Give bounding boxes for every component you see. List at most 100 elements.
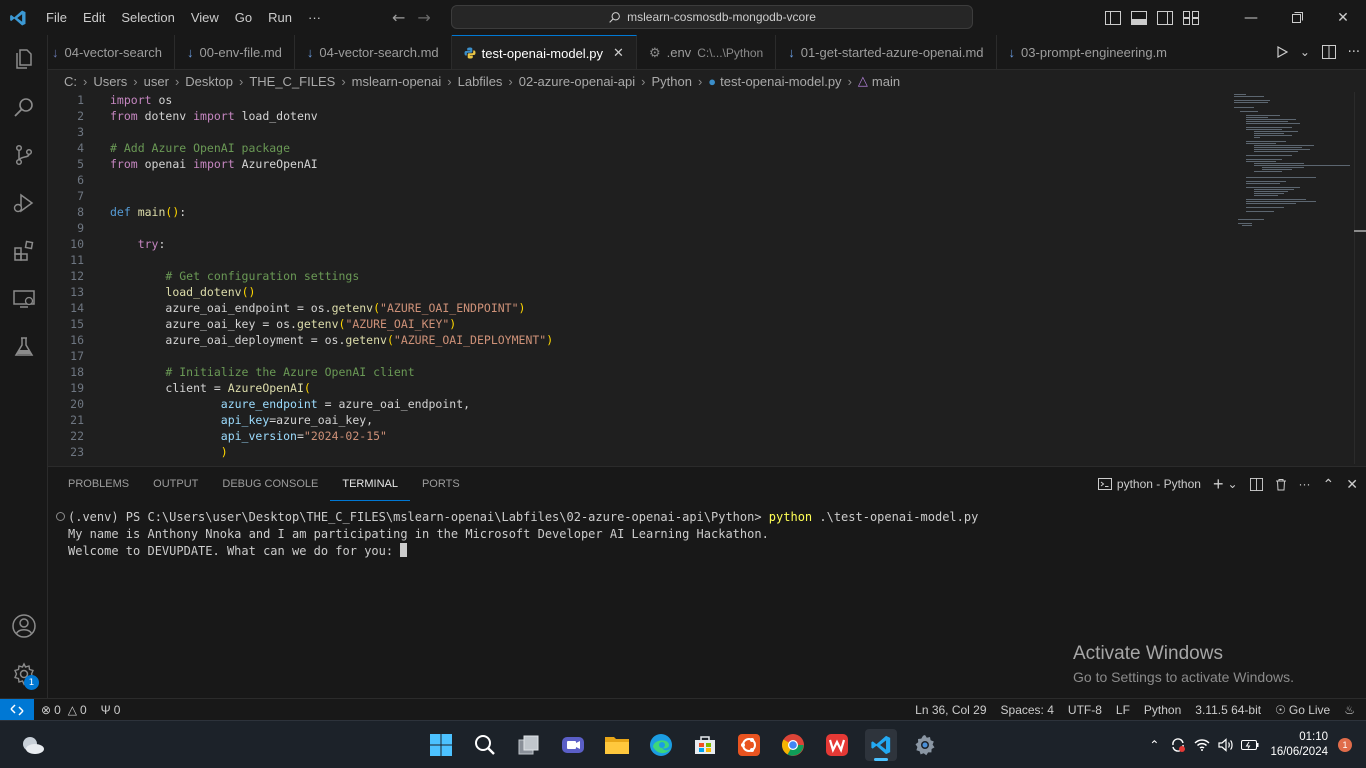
file-explorer-folder-icon[interactable] — [601, 729, 633, 761]
panel-more-icon[interactable]: ··· — [1299, 477, 1311, 491]
notifications-bell-icon[interactable]: ♨ — [1337, 703, 1362, 717]
extensions-icon[interactable] — [0, 227, 48, 275]
minimize-button[interactable]: — — [1228, 0, 1274, 35]
search-sidebar-icon[interactable] — [0, 83, 48, 131]
explorer-icon[interactable] — [0, 35, 48, 83]
manage-gear-icon[interactable]: 1 — [0, 650, 48, 698]
problems-status[interactable]: ⊗ 0 △ 0 — [34, 703, 94, 717]
tab-ports[interactable]: PORTS — [410, 467, 472, 501]
cursor-position[interactable]: Ln 36, Col 29 — [908, 703, 993, 717]
run-debug-icon[interactable] — [0, 179, 48, 227]
notification-badge[interactable]: 1 — [1338, 738, 1352, 752]
testing-icon[interactable] — [0, 323, 48, 371]
maximize-panel-chevron-up-icon[interactable]: ⌃ — [1323, 476, 1335, 493]
tab-env[interactable]: ⚙ .env C:\...\Python — [637, 35, 777, 69]
forward-arrow-icon[interactable]: → — [417, 8, 430, 27]
vscode-logo-icon[interactable] — [0, 0, 36, 35]
terminal-dropdown-chevron-icon[interactable]: ⌄ — [1227, 477, 1237, 491]
breadcrumb-item[interactable]: Users — [93, 74, 127, 89]
tab-04-vector-search[interactable]: ↓ 04-vector-search — [48, 35, 176, 69]
run-dropdown-chevron-icon[interactable]: ⌄ — [1300, 45, 1310, 59]
editor-scrollbar[interactable] — [1354, 92, 1366, 464]
tab-terminal[interactable]: TERMINAL — [330, 467, 410, 501]
toggle-secondary-sidebar-icon[interactable] — [1152, 0, 1178, 35]
python-interpreter[interactable]: 3.11.5 64-bit — [1188, 703, 1268, 717]
close-panel-icon[interactable]: ✕ — [1346, 476, 1358, 493]
code-editor[interactable]: 1 2 3 4 5 6 7 8 9 10 11 12 13 14 15 16 1… — [48, 92, 1366, 464]
command-decoration-icon[interactable] — [56, 512, 65, 521]
breadcrumb-item[interactable]: Labfiles — [458, 74, 503, 89]
more-actions-icon[interactable]: ··· — [1348, 45, 1360, 60]
code-line: azure_oai_key = os.getenv("AZURE_OAI_KEY… — [165, 317, 457, 331]
tab-debug-console[interactable]: DEBUG CONSOLE — [210, 467, 330, 501]
tab-output[interactable]: OUTPUT — [141, 467, 210, 501]
accounts-icon[interactable] — [0, 602, 48, 650]
battery-icon[interactable] — [1238, 721, 1262, 768]
chrome-browser-icon[interactable] — [777, 729, 809, 761]
menu-view[interactable]: View — [183, 0, 227, 35]
go-live-button[interactable]: ☉ Go Live — [1268, 703, 1337, 717]
menu-selection[interactable]: Selection — [113, 0, 182, 35]
menu-go[interactable]: Go — [227, 0, 260, 35]
breadcrumb-item[interactable]: THE_C_FILES — [249, 74, 335, 89]
menu-more[interactable]: ··· — [300, 0, 329, 35]
menu-file[interactable]: File — [38, 0, 75, 35]
show-hidden-icons-chevron-icon[interactable]: ⌃ — [1142, 721, 1166, 768]
tab-test-openai-model-py[interactable]: test-openai-model.py ✕ — [451, 35, 637, 69]
menu-run[interactable]: Run — [260, 0, 300, 35]
back-arrow-icon[interactable]: ← — [392, 8, 405, 27]
kill-terminal-trash-icon[interactable] — [1275, 478, 1287, 491]
toggle-panel-icon[interactable] — [1126, 0, 1152, 35]
tab-close-icon[interactable]: ✕ — [613, 45, 624, 61]
breadcrumb-item[interactable]: C: — [64, 74, 77, 89]
vscode-taskbar-icon[interactable] — [865, 729, 897, 761]
ports-status[interactable]: Ψ0 — [94, 703, 128, 717]
meet-camera-icon[interactable] — [557, 729, 589, 761]
tab-01-get-started-azure-openai-md[interactable]: ↓ 01-get-started-azure-openai.md — [776, 35, 997, 69]
breadcrumb-item[interactable]: test-openai-model.py — [720, 74, 841, 89]
ubuntu-icon[interactable] — [733, 729, 765, 761]
breadcrumb-item[interactable]: 02-azure-openai-api — [519, 74, 635, 89]
menu-edit[interactable]: Edit — [75, 0, 113, 35]
task-view-icon[interactable] — [513, 729, 545, 761]
language-mode[interactable]: Python — [1137, 703, 1188, 717]
command-center-search[interactable]: mslearn-cosmosdb-mongodb-vcore — [451, 5, 973, 29]
restore-button[interactable] — [1274, 0, 1320, 35]
breadcrumb-item[interactable]: Python — [651, 74, 691, 89]
start-windows-icon[interactable] — [425, 729, 457, 761]
split-editor-icon[interactable] — [1321, 45, 1336, 59]
source-control-icon[interactable] — [0, 131, 48, 179]
split-terminal-icon[interactable] — [1249, 477, 1263, 491]
sync-status-icon[interactable] — [1166, 721, 1190, 768]
volume-icon[interactable] — [1214, 721, 1238, 768]
wifi-icon[interactable] — [1190, 721, 1214, 768]
end-of-line[interactable]: LF — [1109, 703, 1137, 717]
microsoft-store-icon[interactable] — [689, 729, 721, 761]
breadcrumb-item[interactable]: main — [872, 74, 900, 89]
customize-layout-icon[interactable] — [1178, 0, 1204, 35]
wps-office-icon[interactable] — [821, 729, 853, 761]
settings-app-gear-icon[interactable] — [909, 729, 941, 761]
breadcrumb-item[interactable]: user — [144, 74, 169, 89]
weather-widget-icon[interactable] — [16, 729, 48, 761]
indentation[interactable]: Spaces: 4 — [994, 703, 1061, 717]
clock[interactable]: 01:10 16/06/2024 — [1262, 730, 1338, 760]
toggle-primary-sidebar-icon[interactable] — [1100, 0, 1126, 35]
breadcrumb-item[interactable]: Desktop — [185, 74, 233, 89]
taskbar-search-icon[interactable] — [469, 729, 501, 761]
run-python-file-icon[interactable] — [1276, 46, 1288, 58]
close-window-button[interactable]: ✕ — [1320, 0, 1366, 35]
remote-indicator-icon[interactable] — [0, 698, 34, 721]
minimap[interactable] — [1230, 92, 1354, 232]
terminal-instance-selector[interactable]: python - Python — [1097, 477, 1201, 491]
tab-00-env-file-md[interactable]: ↓ 00-env-file.md — [175, 35, 295, 69]
new-terminal-plus-icon[interactable]: + — [1213, 474, 1224, 495]
breadcrumb-item[interactable]: mslearn-openai — [352, 74, 442, 89]
tab-04-vector-search-md[interactable]: ↓ 04-vector-search.md — [295, 35, 452, 69]
encoding[interactable]: UTF-8 — [1061, 703, 1109, 717]
remote-explorer-icon[interactable] — [0, 275, 48, 323]
tab-problems[interactable]: PROBLEMS — [56, 467, 141, 501]
edge-browser-icon[interactable] — [645, 729, 677, 761]
terminal-output[interactable]: (.venv) PS C:\Users\user\Desktop\THE_C_F… — [56, 509, 978, 560]
tab-03-prompt-engineering[interactable]: ↓ 03-prompt-engineering.m — [997, 35, 1179, 69]
